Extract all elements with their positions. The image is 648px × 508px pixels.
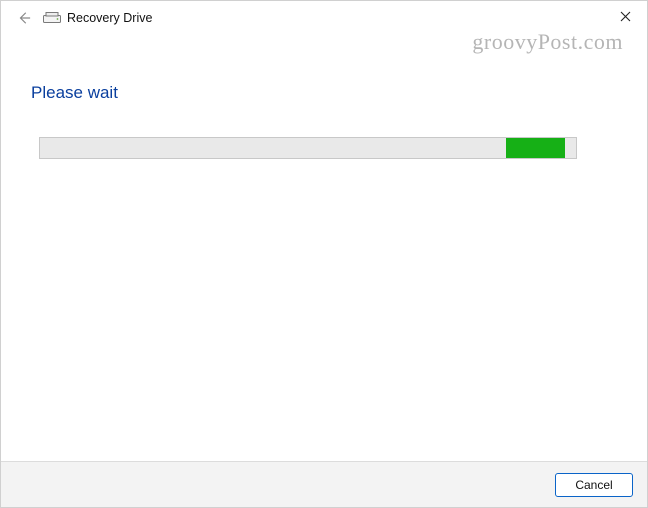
dialog-footer: Cancel bbox=[1, 461, 647, 507]
progress-fill bbox=[506, 138, 565, 158]
back-button[interactable] bbox=[13, 7, 35, 29]
window-title: Recovery Drive bbox=[67, 11, 152, 25]
back-arrow-icon bbox=[17, 11, 31, 25]
titlebar: Recovery Drive bbox=[1, 1, 647, 35]
recovery-drive-dialog: Recovery Drive groovyPost.com Please wai… bbox=[0, 0, 648, 508]
page-heading: Please wait bbox=[31, 83, 617, 103]
cancel-button[interactable]: Cancel bbox=[555, 473, 633, 497]
close-icon bbox=[620, 11, 631, 22]
drive-icon bbox=[43, 11, 61, 25]
progress-bar bbox=[39, 137, 577, 159]
close-button[interactable] bbox=[603, 1, 647, 31]
content-area: Please wait bbox=[1, 35, 647, 461]
